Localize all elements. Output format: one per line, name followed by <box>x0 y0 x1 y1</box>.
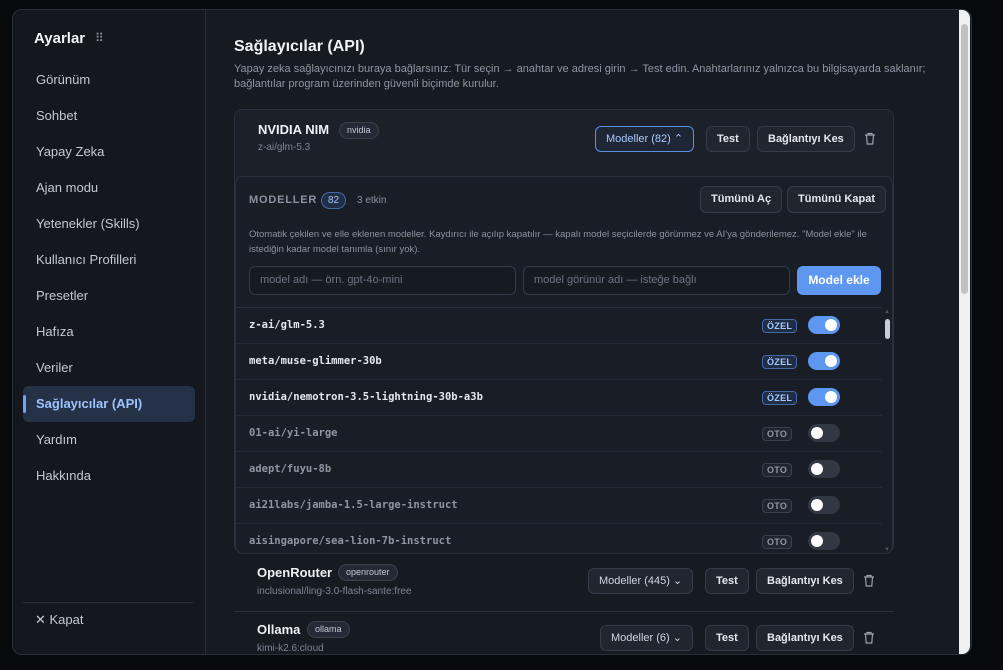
model-name: ai21labs/jamba-1.5-large-instruct <box>249 499 458 511</box>
model-type-badge: ÖZEL <box>762 355 798 369</box>
model-type-badge: ÖZEL <box>762 319 798 333</box>
trash-icon[interactable] <box>863 574 875 587</box>
trash-icon[interactable] <box>864 132 876 145</box>
collapse-all-button[interactable]: Tümünü Kapat <box>787 186 886 213</box>
sidebar-item-sohbet[interactable]: Sohbet <box>23 98 195 134</box>
model-name: aisingapore/sea-lion-7b-instruct <box>249 535 452 547</box>
settings-dialog: Ayarlar ⠿ Görünüm Sohbet Yapay Zeka Ajan… <box>12 9 972 655</box>
page-description: Yapay zeka sağlayıcınızı buraya bağlarsı… <box>234 63 926 90</box>
model-enable-toggle[interactable] <box>808 532 840 550</box>
close-button[interactable]: ✕ Kapat <box>35 612 83 628</box>
model-type-badge: OTO <box>762 463 793 477</box>
sidebar-item-ajan-modu[interactable]: Ajan modu <box>23 170 195 206</box>
model-row: meta/muse-glimmer-30b ÖZEL <box>236 344 882 380</box>
model-enable-toggle[interactable] <box>808 424 840 442</box>
models-count-badge: 82 <box>321 192 347 209</box>
provider-tag: ollama <box>307 621 350 638</box>
toggle-knob <box>811 499 823 511</box>
scroll-up-arrow-icon[interactable]: ▲ <box>884 309 890 315</box>
model-enable-toggle[interactable] <box>808 496 840 514</box>
page-title: Sağlayıcılar (API) <box>234 38 365 55</box>
provider-name: Ollama <box>257 622 301 637</box>
page-scrollbar[interactable] <box>959 10 970 654</box>
toggle-knob <box>811 463 823 475</box>
main-content: Sağlayıcılar (API) Yapay zeka sağlayıcın… <box>206 10 971 654</box>
model-enable-toggle[interactable] <box>808 316 840 334</box>
model-type-badge: ÖZEL <box>762 391 798 405</box>
sidebar-nav: Görünüm Sohbet Yapay Zeka Ajan modu Yete… <box>23 62 195 494</box>
toggle-knob <box>825 355 837 367</box>
model-row: adept/fuyu-8b OTO <box>236 452 882 488</box>
model-name-input[interactable]: model adı — örn. gpt-4o-mini <box>249 266 516 295</box>
sidebar-item-presetler[interactable]: Presetler <box>23 278 195 314</box>
toggle-knob <box>825 319 837 331</box>
model-row: nvidia/nemotron-3.5-lightning-30b-a3b ÖZ… <box>236 380 882 416</box>
models-toggle-button[interactable]: Modeller (445) ⌄ <box>588 568 694 594</box>
disconnect-button[interactable]: Bağlantıyı Kes <box>756 625 854 651</box>
sidebar-item-yapay-zeka[interactable]: Yapay Zeka <box>23 134 195 170</box>
trash-icon[interactable] <box>863 631 875 644</box>
model-name: meta/muse-glimmer-30b <box>249 355 382 367</box>
provider-tag: openrouter <box>338 564 398 581</box>
scrollbar-thumb[interactable] <box>885 319 890 339</box>
sidebar-item-yetenekler[interactable]: Yetenekler (Skills) <box>23 206 195 242</box>
model-enable-toggle[interactable] <box>808 352 840 370</box>
disconnect-button[interactable]: Bağlantıyı Kes <box>756 568 854 594</box>
scrollbar-thumb[interactable] <box>961 24 968 294</box>
model-row: z-ai/glm-5.3 ÖZEL <box>236 308 882 344</box>
sidebar-title: Ayarlar <box>34 30 86 47</box>
test-button[interactable]: Test <box>706 126 750 152</box>
sidebar-item-kullanici-profilleri[interactable]: Kullanıcı Profilleri <box>23 242 195 278</box>
models-panel: MODELLER 82 3 etkin Tümünü Aç Tümünü Kap… <box>235 176 893 554</box>
toggle-knob <box>811 427 823 439</box>
model-type-badge: OTO <box>762 535 793 549</box>
model-name: adept/fuyu-8b <box>249 463 332 475</box>
test-button[interactable]: Test <box>705 568 749 594</box>
model-row: ai21labs/jamba-1.5-large-instruct OTO <box>236 488 882 524</box>
test-button[interactable]: Test <box>705 625 749 651</box>
provider-tag: nvidia <box>339 122 379 139</box>
sidebar-divider <box>23 602 193 603</box>
provider-name: NVIDIA NIM <box>258 122 330 137</box>
sidebar-item-gorunum[interactable]: Görünüm <box>23 62 195 98</box>
provider-card-ollama: Ollama ollama kimi-k2.6:cloud Modeller (… <box>234 617 894 654</box>
sidebar: Ayarlar ⠿ Görünüm Sohbet Yapay Zeka Ajan… <box>13 10 206 654</box>
provider-header: NVIDIA NIM nvidia z-ai/glm-5.3 Modeller … <box>235 110 893 166</box>
model-enable-toggle[interactable] <box>808 388 840 406</box>
model-display-name-input[interactable]: model görünür adı — isteğe bağlı <box>523 266 790 295</box>
sidebar-item-saglayicilar[interactable]: Sağlayıcılar (API) <box>23 386 195 422</box>
models-active-count: 3 etkin <box>357 195 387 206</box>
models-info-text: Otomatik çekilen ve elle eklenen modelle… <box>249 229 867 255</box>
model-type-badge: OTO <box>762 427 793 441</box>
model-enable-toggle[interactable] <box>808 460 840 478</box>
sidebar-item-veriler[interactable]: Veriler <box>23 350 195 386</box>
sidebar-item-hafiza[interactable]: Hafıza <box>23 314 195 350</box>
provider-card-nvidia: NVIDIA NIM nvidia z-ai/glm-5.3 Modeller … <box>234 109 894 554</box>
toggle-knob <box>811 535 823 547</box>
provider-name: OpenRouter <box>257 565 333 580</box>
model-name: 01-ai/yi-large <box>249 427 338 439</box>
models-toggle-button[interactable]: Modeller (82) ⌃ <box>595 126 695 152</box>
models-list-scrollbar[interactable]: ▲ ▼ <box>884 309 890 553</box>
model-name: z-ai/glm-5.3 <box>249 319 325 331</box>
models-toggle-button[interactable]: Modeller (6) ⌄ <box>600 625 693 651</box>
model-row: 01-ai/yi-large OTO <box>236 416 882 452</box>
provider-model: kimi-k2.6:cloud <box>257 643 324 654</box>
model-row: aisingapore/sea-lion-7b-instruct OTO <box>236 524 882 553</box>
add-model-button[interactable]: Model ekle <box>797 266 881 295</box>
disconnect-button[interactable]: Bağlantıyı Kes <box>757 126 855 152</box>
drag-grip-icon[interactable]: ⠿ <box>95 31 104 45</box>
expand-all-button[interactable]: Tümünü Aç <box>700 186 783 213</box>
sidebar-item-hakkinda[interactable]: Hakkında <box>23 458 195 494</box>
provider-model: z-ai/glm-5.3 <box>258 142 311 153</box>
provider-card-openrouter: OpenRouter openrouter inclusional/ling-3… <box>234 560 894 612</box>
models-list: z-ai/glm-5.3 ÖZEL meta/muse-glimmer-30b … <box>236 307 882 553</box>
provider-model: inclusional/ling-3.0-flash-sante:free <box>257 586 412 597</box>
model-name: nvidia/nemotron-3.5-lightning-30b-a3b <box>249 391 483 403</box>
sidebar-item-yardim[interactable]: Yardım <box>23 422 195 458</box>
scroll-down-arrow-icon[interactable]: ▼ <box>884 547 890 553</box>
models-label: MODELLER <box>249 194 318 206</box>
toggle-knob <box>825 391 837 403</box>
model-type-badge: OTO <box>762 499 793 513</box>
